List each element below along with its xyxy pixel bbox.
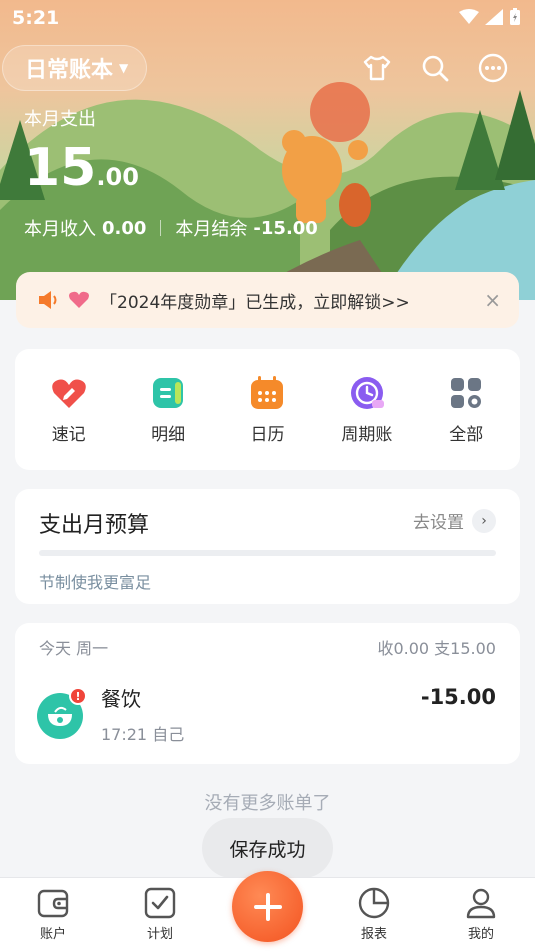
notice-banner[interactable]: 「2024年度勋章」已生成，立即解锁>> ×: [16, 272, 519, 328]
quick-action-recurring[interactable]: 周期账: [322, 374, 412, 445]
record-meta: 17:21 自己: [101, 725, 185, 744]
checklist-icon: [144, 887, 176, 919]
quick-action-details[interactable]: 明细: [123, 374, 213, 445]
details-icon: [153, 378, 184, 408]
status-bar: 5:21: [0, 0, 535, 36]
notice-text: 「2024年度勋章」已生成，立即解锁>>: [100, 292, 410, 313]
caret-down-icon: ▼: [119, 61, 129, 75]
quick-action-calendar[interactable]: 日历: [222, 374, 312, 445]
top-actions: [361, 52, 509, 84]
month-summary: 本月收入 0.00 本月结余 -15.00: [24, 215, 318, 241]
profile-icon: [466, 888, 496, 919]
quick-action-label: 日历: [250, 425, 285, 445]
month-expense-label: 本月支出: [24, 109, 96, 130]
quick-action-quick-note[interactable]: 速记: [24, 374, 114, 445]
shirt-icon[interactable]: [361, 52, 393, 84]
plus-icon: [253, 892, 282, 921]
calendar-icon: [251, 376, 284, 409]
budget-set-link[interactable]: 去设置 ›: [413, 508, 496, 533]
month-expense-dec: .00: [96, 163, 139, 191]
date-label: 今天 周一: [39, 639, 109, 658]
speaker-icon: [39, 291, 57, 309]
day-summary: 收0.00 支15.00: [377, 639, 496, 658]
month-expense-int: 15: [24, 138, 97, 198]
record-row[interactable]: ! 餐饮 17:21 自己 -15.00: [37, 681, 496, 751]
alert-badge-icon: !: [69, 687, 87, 705]
budget-progress-bar: [39, 550, 496, 556]
month-balance-value: -15.00: [253, 217, 318, 239]
month-income-label: 本月收入: [24, 219, 96, 240]
divider: [160, 220, 162, 236]
recurring-icon: [350, 377, 384, 409]
nav-reports[interactable]: 报表: [339, 886, 409, 942]
wifi-icon: [459, 9, 479, 24]
quick-action-label: 全部: [449, 425, 484, 445]
quick-actions-card: 速记 明细 日历 周期账 全部: [15, 349, 520, 470]
budget-set-label: 去设置: [413, 513, 464, 533]
chevron-right-icon: ›: [472, 508, 496, 533]
nav-plan[interactable]: 计划: [125, 886, 195, 942]
record-amount: -15.00: [420, 685, 496, 709]
battery-icon: [510, 8, 520, 25]
budget-card[interactable]: 支出月预算 去设置 › 节制使我更富足: [15, 489, 520, 604]
hero-banner: 5:21 日常账本 ▼ 本月支出 15.00 本月收入 0.00 本月结余 -1…: [0, 0, 535, 300]
close-icon[interactable]: ×: [484, 288, 501, 312]
quick-action-label: 明细: [151, 425, 186, 445]
month-expense-value[interactable]: 15.00: [24, 138, 139, 198]
add-record-button[interactable]: [232, 871, 303, 942]
quick-action-all[interactable]: 全部: [421, 374, 511, 445]
toast-message: 保存成功: [202, 818, 333, 878]
book-selector[interactable]: 日常账本 ▼: [2, 45, 148, 91]
record-category: 餐饮: [101, 687, 141, 711]
no-more-text: 没有更多账单了: [204, 793, 331, 814]
more-icon[interactable]: [477, 52, 509, 84]
pie-chart-icon: [358, 887, 390, 919]
all-grid-icon: [451, 378, 482, 408]
nav-accounts[interactable]: 账户: [18, 886, 88, 942]
month-income-value: 0.00: [102, 217, 147, 239]
nav-label: 账户: [39, 927, 66, 942]
nav-label: 报表: [360, 927, 387, 942]
month-balance-label: 本月结余: [175, 219, 248, 240]
quick-action-label: 速记: [51, 425, 86, 445]
heart-icon: [69, 291, 89, 308]
nav-profile[interactable]: 我的: [446, 886, 516, 942]
book-name: 日常账本: [25, 58, 114, 83]
search-icon[interactable]: [419, 52, 451, 84]
signal-icon: [485, 9, 503, 25]
quick-action-label: 周期账: [341, 425, 393, 445]
records-card: 今天 周一 收0.00 支15.00 ! 餐饮 17:21 自己 -15.00: [15, 623, 520, 764]
budget-hint: 节制使我更富足: [39, 573, 152, 592]
status-icons: [459, 8, 521, 26]
nav-label: 我的: [467, 927, 494, 942]
nav-label: 计划: [146, 927, 173, 942]
quick-note-icon: [51, 379, 86, 408]
wallet-icon: [37, 889, 69, 918]
day-header: 今天 周一 收0.00 支15.00: [39, 635, 496, 659]
status-time: 5:21: [12, 7, 60, 29]
budget-title: 支出月预算: [39, 513, 150, 538]
